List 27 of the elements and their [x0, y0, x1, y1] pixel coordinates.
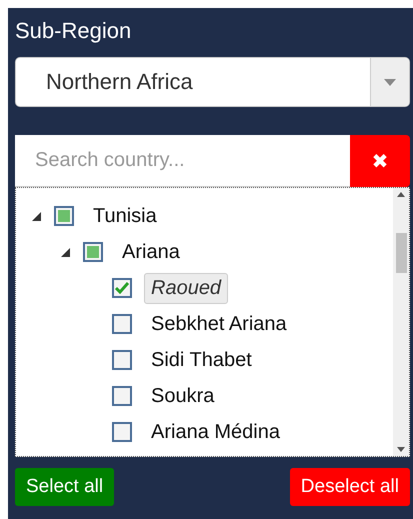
caret-icon — [384, 78, 396, 86]
tree-item-label[interactable]: Ariana — [115, 236, 187, 268]
select-all-button[interactable]: Select all — [15, 468, 114, 506]
expand-icon[interactable] — [61, 248, 70, 256]
panel-title: Sub-Region — [15, 18, 132, 44]
tree-item-label[interactable]: Soukra — [144, 380, 222, 412]
tree-item-label[interactable]: Tunisia — [86, 200, 164, 232]
deselect-all-button[interactable]: Deselect all — [290, 468, 410, 506]
checkbox[interactable] — [112, 278, 132, 298]
checkbox[interactable] — [112, 314, 132, 334]
clear-button[interactable]: ✖ — [350, 135, 410, 187]
tree-item-label[interactable]: Raoued — [144, 272, 228, 304]
sub-region-dropdown[interactable]: Northern Africa — [15, 57, 410, 107]
checkbox[interactable] — [54, 206, 74, 226]
checkbox[interactable] — [112, 422, 132, 442]
scroll-up-icon[interactable] — [397, 192, 405, 197]
tree-item-label[interactable]: Ariana Médina — [144, 416, 287, 448]
checkbox[interactable] — [112, 350, 132, 370]
tree-item-label[interactable]: Sidi Thabet — [144, 344, 259, 376]
expand-icon[interactable] — [32, 212, 41, 220]
checkbox[interactable] — [83, 242, 103, 262]
tree-item-label[interactable]: Sebkhet Ariana — [144, 308, 294, 340]
search-field[interactable]: Search country... — [15, 135, 350, 187]
scrollbar[interactable] — [393, 188, 409, 456]
checkbox[interactable] — [112, 386, 132, 406]
scrollbar-thumb[interactable] — [396, 233, 406, 273]
scroll-down-icon[interactable] — [397, 447, 405, 452]
